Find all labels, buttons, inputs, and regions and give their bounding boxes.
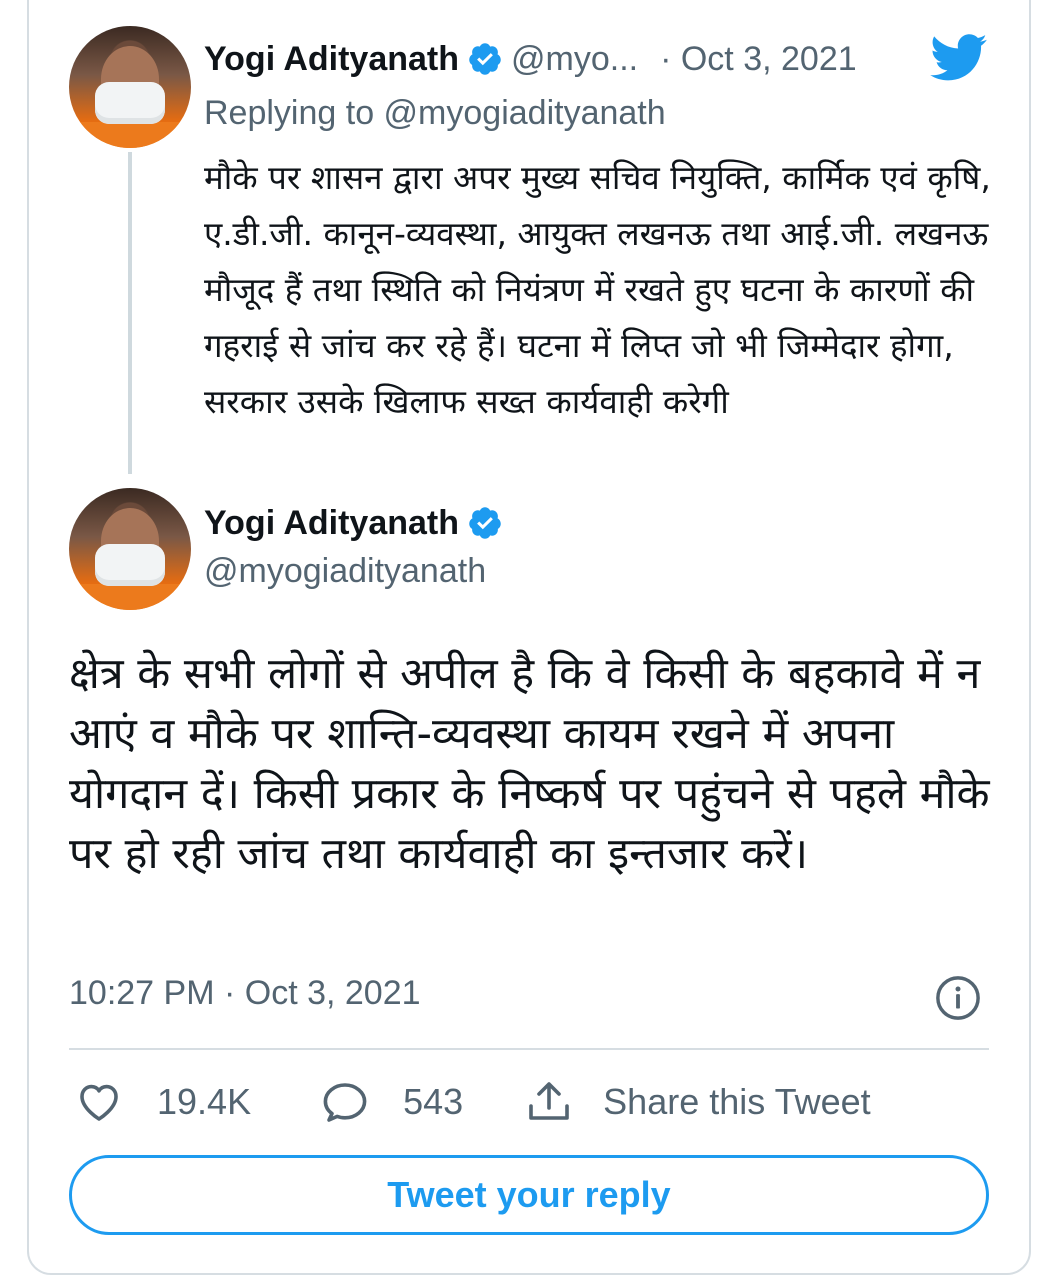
verified-badge-icon — [469, 43, 501, 75]
action-bar: 19.4K 543 Share this Tweet — [69, 1074, 871, 1130]
reply-count: 543 — [403, 1081, 464, 1122]
avatar[interactable] — [69, 488, 191, 610]
thread-connector-line — [128, 152, 132, 474]
twitter-bird-icon — [930, 34, 987, 81]
divider — [69, 1048, 989, 1050]
share-label: Share this Tweet — [603, 1081, 871, 1122]
replying-to-label[interactable]: Replying to @myogiadityanath — [204, 94, 666, 133]
like-count: 19.4K — [157, 1081, 252, 1122]
main-tweet-header: Yogi Adityanath — [204, 498, 511, 548]
avatar[interactable] — [69, 26, 191, 148]
reply-button[interactable]: 543 — [321, 1078, 463, 1126]
parent-tweet-header: Yogi Adityanath @myo... · Oct 3, 2021 — [204, 34, 857, 84]
author-handle[interactable]: @myogiadityanath — [204, 552, 486, 591]
parent-tweet-text: मौके पर शासन द्वारा अपर मुख्य सचिव नियुक… — [204, 158, 991, 421]
author-name[interactable]: Yogi Adityanath — [204, 504, 459, 543]
like-button[interactable]: 19.4K — [75, 1078, 251, 1126]
heart-icon — [80, 1084, 118, 1121]
share-icon — [529, 1082, 569, 1120]
reply-bubble-icon — [323, 1083, 367, 1122]
info-icon[interactable] — [935, 975, 981, 1021]
share-button[interactable]: Share this Tweet — [525, 1078, 871, 1126]
author-handle[interactable]: @myo... — [511, 40, 638, 79]
tweet-timestamp[interactable]: 10:27 PM · Oct 3, 2021 — [69, 974, 421, 1013]
author-name[interactable]: Yogi Adityanath — [204, 40, 459, 79]
tweet-date[interactable]: · Oct 3, 2021 — [660, 40, 857, 79]
main-tweet-text: क्षेत्र के सभी लोगों से अपील है कि वे कि… — [69, 649, 990, 879]
verified-badge-icon — [469, 507, 501, 539]
tweet-your-reply-button[interactable]: Tweet your reply — [69, 1155, 989, 1235]
